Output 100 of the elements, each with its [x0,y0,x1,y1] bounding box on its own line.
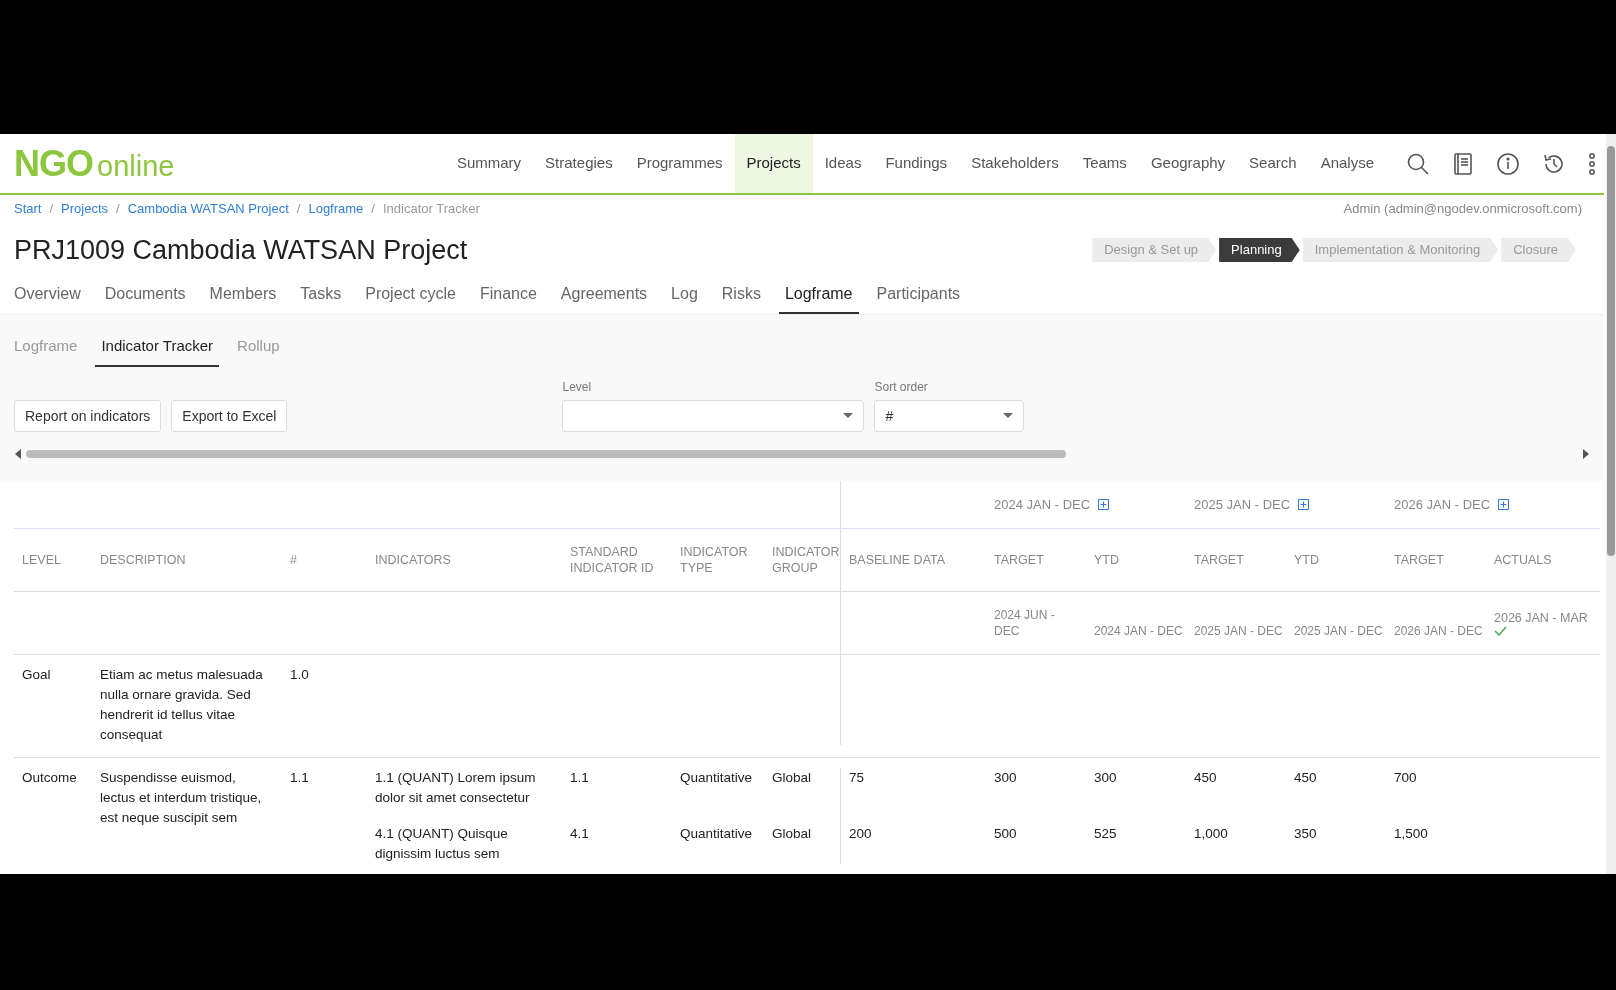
column-header[interactable]: TARGET [1186,529,1286,591]
column-header[interactable]: YTD [1086,529,1186,591]
nav-link[interactable]: Fundings [873,134,960,193]
stage-step[interactable]: Planning [1219,238,1300,262]
breadcrumb-link[interactable]: Logframe [308,199,364,219]
level-cell-text: Outcome [21,769,78,787]
book-icon[interactable] [1452,151,1474,176]
tab[interactable]: Project cycle [359,282,462,314]
tab[interactable]: Risks [715,282,767,314]
table-cell-text: 450 [1293,769,1318,787]
scroll-left-icon[interactable] [14,449,22,459]
nav-link[interactable]: Search [1237,134,1309,193]
check-icon [1494,626,1507,636]
scrollbar-thumb[interactable] [1607,146,1615,556]
subtab[interactable]: Indicator Tracker [95,334,220,367]
tab[interactable]: Participants [870,282,967,314]
nav-link[interactable]: Strategies [533,134,625,193]
table-cell-text: Quantitative [679,825,754,843]
table-cell-text: 4.1 [569,825,590,843]
tab[interactable]: Finance [473,282,543,314]
filter-label: Sort order [874,379,929,396]
dropdown-field[interactable] [562,400,865,432]
search-icon[interactable] [1406,151,1430,176]
number-cell-text: 1.1 [289,769,310,787]
filter-label: Level [562,379,593,396]
project-title: PRJ1009 Cambodia WATSAN Project [14,233,468,267]
nav-link[interactable]: Teams [1070,134,1139,193]
breadcrumb-separator: / [49,200,54,219]
period-heading: 2025 JAN - DEC [1194,495,1291,514]
nav-link[interactable]: Programmes [624,134,735,193]
scroll-right-icon[interactable] [1582,449,1590,459]
breadcrumb-link[interactable]: Projects [61,199,109,219]
description-cell-text: Etiam ac metus malesuada nulla ornare gravida. Sed hendrerit id tellus vitae consequat [99,666,264,744]
info-icon[interactable] [1496,151,1520,176]
description-cell-text: Suspendisse euismod, lectus et interdum tristique, est neque suscipit sem [99,769,263,827]
column-header[interactable]: YTD [1286,529,1386,591]
tab[interactable]: Log [665,282,704,314]
column-header[interactable]: TARGET [1386,529,1486,591]
column-header[interactable]: INDICATOR GROUP [764,529,840,591]
table-cell-text: Quantitative [679,769,754,787]
tab[interactable]: Members [203,282,283,314]
logo-mark: NGO [14,141,93,186]
table-cell-text: 1.1 [569,769,590,787]
table-cell-text: Global [771,769,813,787]
nav-link[interactable]: Projects [734,134,813,195]
expand-icon[interactable] [1098,499,1110,510]
column-header[interactable]: INDICATORS [367,529,562,591]
more-icon[interactable] [1588,152,1596,175]
vertical-scrollbar[interactable] [1606,134,1616,874]
period-label: 2024 JUN - DEC [994,607,1056,639]
breadcrumb-link[interactable]: Start [14,199,42,219]
tab[interactable]: Documents [98,282,192,314]
column-header[interactable]: BASELINE DATA [840,529,986,591]
column-header[interactable]: INDICATOR TYPE [672,529,764,591]
table-cell-text: 450 [1193,769,1218,787]
table-cell: 200 [840,808,986,864]
nav-link[interactable]: Analyse [1308,134,1386,193]
table-cell-text: 350 [1293,825,1318,843]
current-page-label: Indicator Tracker [382,200,480,219]
user-account[interactable]: Admin (admin@ngodev.onmicrosoft.com) [1343,199,1590,219]
nav-link[interactable]: Summary [444,134,534,193]
period-label: 2026 JAN - MAR [1494,610,1589,626]
column-header[interactable]: # [282,529,367,591]
tab[interactable]: Agreements [554,282,654,314]
column-header[interactable]: DESCRIPTION [92,529,282,591]
table-cell-text: 1,500 [1393,825,1429,843]
caret-icon [1003,413,1014,419]
period-heading: 2024 JAN - DEC [994,495,1091,514]
breadcrumb-separator: / [296,200,301,219]
indicator-cell-text: 1.1 (QUANT) Lorem ipsum dolor sit amet consectetur [374,769,537,807]
table-cell-text: 1,000 [1193,825,1229,843]
tab[interactable]: Tasks [294,282,348,314]
scrollbar-thumb[interactable] [26,450,1066,458]
breadcrumb-link[interactable]: Cambodia WATSAN Project [127,199,289,219]
table-cell-text: 525 [1093,825,1118,843]
table-cell-text: 500 [993,825,1018,843]
column-header[interactable]: LEVEL [14,529,92,591]
column-header[interactable]: ACTUALS [1486,529,1601,591]
action-button[interactable]: Report on indicators [14,400,162,432]
tab[interactable]: Overview [8,282,87,314]
table-cell-text: 300 [993,769,1018,787]
table-cell-text: 700 [1393,769,1418,787]
table-cell: 75 [840,768,986,808]
table-cell-text: Global [771,825,813,843]
table-cell-text: 300 [1093,769,1118,787]
caret-icon [843,413,854,419]
level-cell-text: Goal [21,666,52,684]
column-header[interactable]: TARGET [986,529,1086,591]
indicator-cell-text: 4.1 (QUANT) Quisque dignissim luctus sem [374,825,509,863]
nav-link[interactable]: Geography [1138,134,1238,193]
column-header[interactable]: STANDARD INDICATOR ID [562,529,672,591]
nav-link[interactable]: Stakeholders [959,134,1071,193]
number-cell-text: 1.0 [289,666,310,684]
nav-link[interactable]: Ideas [812,134,874,193]
expand-icon[interactable] [1298,499,1310,510]
expand-icon[interactable] [1498,499,1510,510]
period-heading: 2026 JAN - DEC [1394,495,1491,514]
dropdown-field[interactable]: # [874,400,1025,432]
action-button[interactable]: Export to Excel [171,400,288,432]
logo-wordmark: online [97,148,175,184]
